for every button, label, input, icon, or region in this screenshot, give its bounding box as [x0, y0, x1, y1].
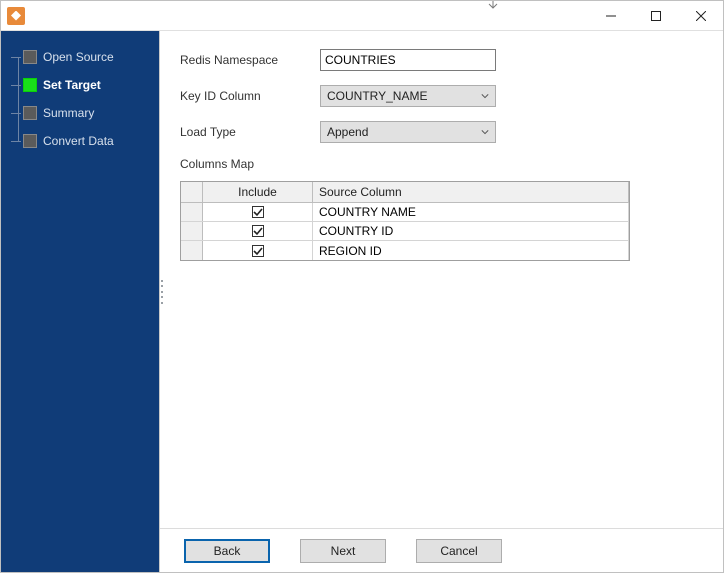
row-redis-namespace: Redis Namespace: [180, 49, 709, 71]
sidebar-item-summary[interactable]: Summary: [1, 99, 159, 127]
chevron-down-icon: [481, 92, 489, 100]
sidebar-item-label: Set Target: [43, 78, 101, 92]
source-cell[interactable]: REGION ID: [313, 241, 629, 260]
sidebar-item-convert-data[interactable]: Convert Data: [1, 127, 159, 155]
include-checkbox[interactable]: [252, 245, 264, 257]
redis-namespace-label: Redis Namespace: [180, 53, 320, 67]
form-area: Redis Namespace Key ID Column COUNTRY_NA…: [160, 31, 723, 528]
sidebar-item-set-target[interactable]: Set Target: [1, 71, 159, 99]
source-cell[interactable]: COUNTRY NAME: [313, 203, 629, 221]
cancel-button-label: Cancel: [440, 544, 477, 558]
redis-namespace-input[interactable]: [320, 49, 496, 71]
back-button[interactable]: Back: [184, 539, 270, 563]
minimize-button[interactable]: [588, 2, 633, 30]
grid-header-include[interactable]: Include: [203, 182, 313, 202]
next-button[interactable]: Next: [300, 539, 386, 563]
sidebar-item-label: Open Source: [43, 50, 114, 64]
load-type-value: Append: [327, 125, 368, 139]
grid-header-source[interactable]: Source Column: [313, 182, 629, 202]
key-id-value: COUNTRY_NAME: [327, 89, 427, 103]
include-checkbox[interactable]: [252, 206, 264, 218]
step-box-icon: [23, 50, 37, 64]
sidebar-item-label: Summary: [43, 106, 94, 120]
next-button-label: Next: [331, 544, 356, 558]
columns-map-label: Columns Map: [180, 157, 709, 171]
include-cell[interactable]: [203, 241, 313, 260]
close-button[interactable]: [678, 2, 723, 30]
maximize-button[interactable]: [633, 2, 678, 30]
step-box-icon: [23, 134, 37, 148]
include-checkbox[interactable]: [252, 225, 264, 237]
sidebar: Open Source Set Target Summary Convert D…: [1, 31, 159, 572]
step-box-icon: [23, 106, 37, 120]
grid-row[interactable]: REGION ID: [181, 241, 629, 260]
titlebar: [1, 1, 723, 31]
load-type-select[interactable]: Append: [320, 121, 496, 143]
dropdown-caret-icon: [486, 0, 500, 13]
include-cell[interactable]: [203, 222, 313, 240]
include-cell[interactable]: [203, 203, 313, 221]
app-icon: [7, 7, 25, 25]
sidebar-item-label: Convert Data: [43, 134, 114, 148]
columns-grid: Include Source Column COUNTRY NAME: [180, 181, 630, 261]
back-button-label: Back: [214, 544, 241, 558]
chevron-down-icon: [481, 128, 489, 136]
key-id-label: Key ID Column: [180, 89, 320, 103]
step-box-icon: [23, 78, 37, 92]
body: Open Source Set Target Summary Convert D…: [1, 31, 723, 572]
row-header[interactable]: [181, 222, 203, 240]
grid-row[interactable]: COUNTRY NAME: [181, 203, 629, 222]
cancel-button[interactable]: Cancel: [416, 539, 502, 563]
key-id-select[interactable]: COUNTRY_NAME: [320, 85, 496, 107]
row-header[interactable]: [181, 241, 203, 260]
splitter-handle[interactable]: [161, 280, 166, 304]
source-cell[interactable]: COUNTRY ID: [313, 222, 629, 240]
app-window: Open Source Set Target Summary Convert D…: [0, 0, 724, 573]
row-header[interactable]: [181, 203, 203, 221]
grid-row[interactable]: COUNTRY ID: [181, 222, 629, 241]
main-panel: Redis Namespace Key ID Column COUNTRY_NA…: [159, 31, 723, 572]
sidebar-item-open-source[interactable]: Open Source: [1, 43, 159, 71]
row-key-id: Key ID Column COUNTRY_NAME: [180, 85, 709, 107]
grid-header-rowselector: [181, 182, 203, 202]
footer: Back Next Cancel: [160, 528, 723, 572]
grid-header: Include Source Column: [181, 182, 629, 203]
load-type-label: Load Type: [180, 125, 320, 139]
row-load-type: Load Type Append: [180, 121, 709, 143]
